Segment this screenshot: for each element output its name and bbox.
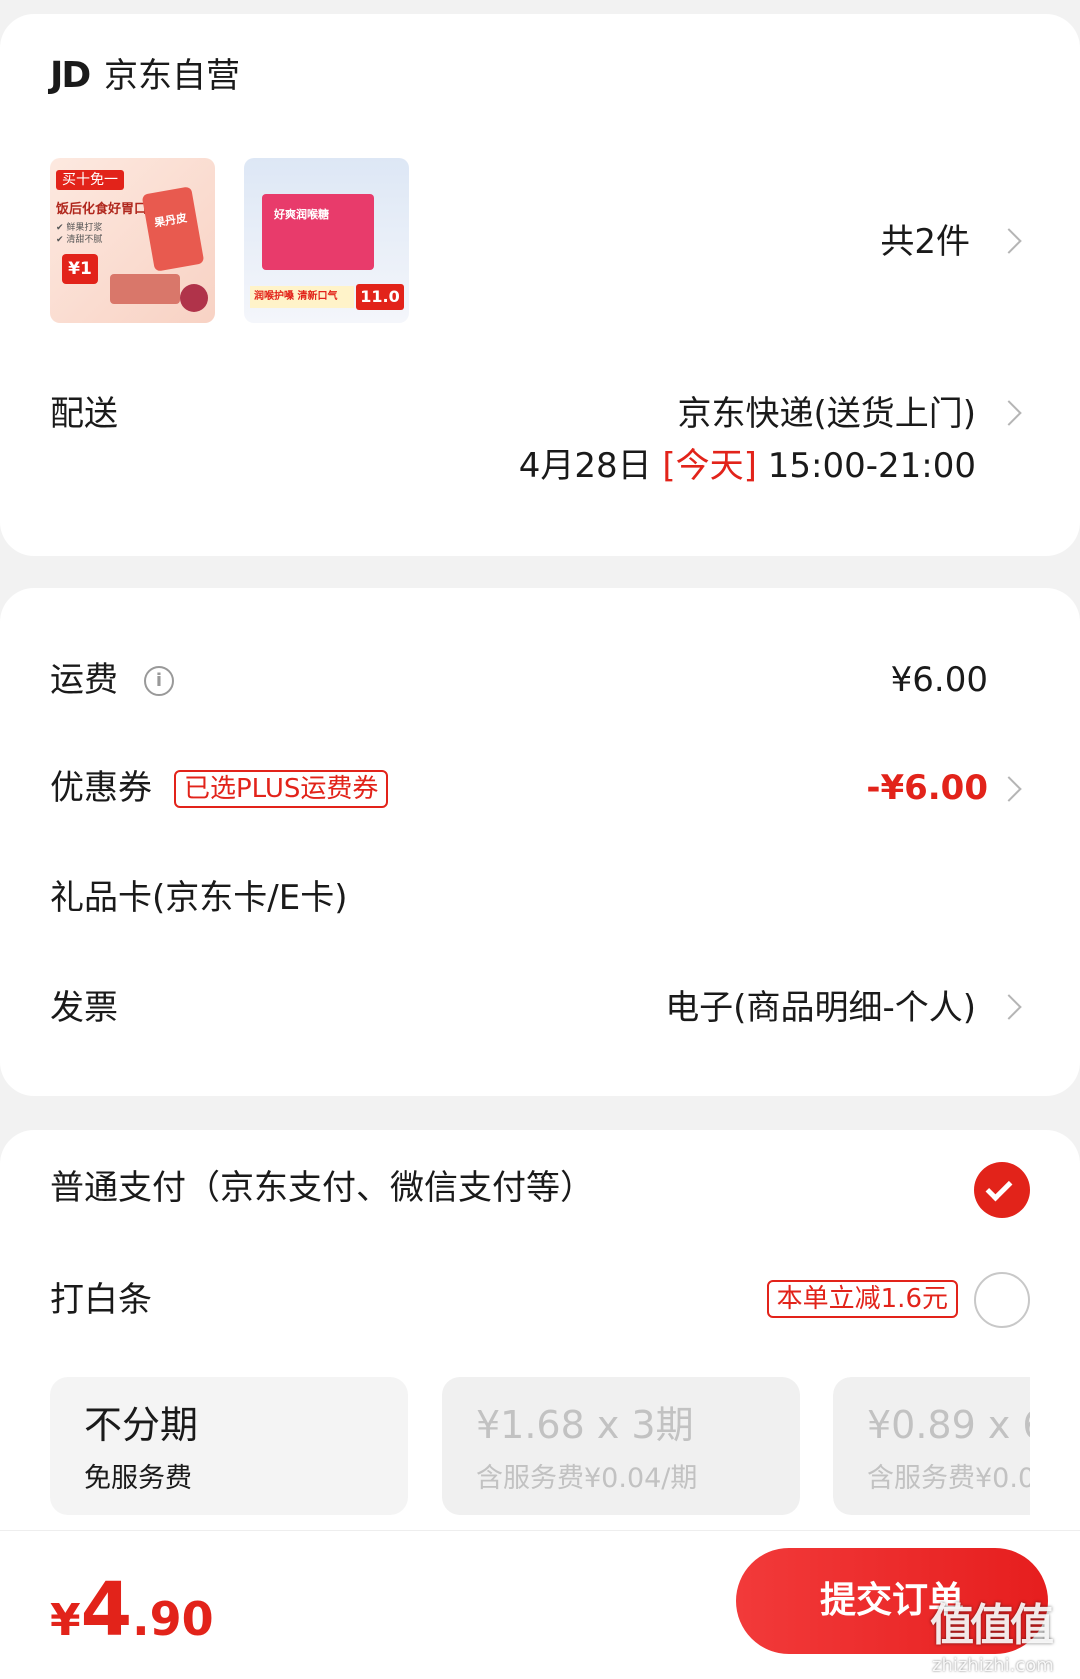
installment-sub: 免服务费 — [84, 1463, 192, 1494]
checkmark — [985, 1174, 1013, 1202]
product-bullet-2: ✔ 清甜不腻 — [56, 235, 103, 245]
chevron-right-icon[interactable] — [996, 228, 1022, 254]
invoice-value[interactable]: 电子(商品明细-个人) — [665, 988, 976, 1028]
installment-sub: 含服务费¥0.0 — [867, 1463, 1030, 1494]
delivery-time: 4月28日 [今天] 15:00-21:00 — [519, 446, 976, 486]
delivery-today: [今天] — [662, 446, 757, 486]
price-tag: ¥1 — [62, 254, 98, 284]
price-decimal: .90 — [132, 1592, 214, 1646]
radio-circle-icon[interactable] — [974, 1272, 1030, 1328]
jd-logo: JD — [50, 55, 91, 96]
delivery-method[interactable]: 京东快递(送货上门) — [677, 394, 976, 434]
bottom-bar: ¥4.90 提交订单 值值值 zhizhizhi.com — [0, 1530, 1080, 1679]
installment-option-3[interactable]: ¥1.68 x 3期 含服务费¥0.04/期 — [442, 1377, 800, 1515]
delivery-date: 4月28日 — [518, 446, 652, 486]
delivery-label: 配送 — [50, 394, 118, 434]
installment-scroll-clip: ¥0.89 x 6 含服务费¥0.0 — [833, 1377, 1030, 1515]
product-price: 11.0 — [356, 284, 404, 310]
normal-payment-label[interactable]: 普通支付（京东支付、微信支付等） — [50, 1168, 594, 1208]
product-bag — [141, 186, 205, 272]
price-integer: 4 — [80, 1567, 133, 1653]
total-price: ¥4.90 — [50, 1567, 214, 1653]
baitiao-discount-tag: 本单立减1.6元 — [766, 1280, 958, 1318]
item-count[interactable]: 共2件 — [880, 222, 970, 262]
installment-title: ¥1.68 x 3期 — [476, 1403, 694, 1447]
store-card: JD 京东自营 买十免一 饭后化食好胃口 ✔ 鲜果打浆 ✔ 清甜不腻 果丹皮 ¥… — [0, 14, 1080, 556]
product-thumbnail-1[interactable]: 买十免一 饭后化食好胃口 ✔ 鲜果打浆 ✔ 清甜不腻 果丹皮 ¥1 — [50, 158, 215, 323]
check-circle-icon[interactable] — [974, 1162, 1030, 1218]
coupon-tag: 已选PLUS运费券 — [174, 770, 389, 808]
shipping-value: ¥6.00 — [890, 660, 988, 700]
shipping-label: 运费 — [50, 660, 118, 700]
product-thumbnail-2[interactable]: 好爽润喉糖 润喉护嗓 清新口气 11.0 — [244, 158, 409, 323]
promo-badge: 买十免一 — [56, 170, 124, 190]
fees-card: 运费 i ¥6.00 优惠券 已选PLUS运费券 -¥6.00 礼品卡(京东卡/… — [0, 588, 1080, 1096]
installment-sub: 含服务费¥0.04/期 — [476, 1463, 698, 1494]
currency-symbol: ¥ — [50, 1595, 81, 1646]
coupon-value[interactable]: -¥6.00 — [866, 768, 988, 808]
product-box-title: 好爽润喉糖 — [274, 208, 329, 221]
berry-image — [180, 284, 208, 312]
invoice-label: 发票 — [50, 988, 118, 1028]
product-banner: 润喉护嗓 清新口气 — [250, 286, 354, 308]
watermark-site: zhizhizhi.com — [932, 1655, 1054, 1676]
product-headline: 饭后化食好胃口 — [56, 202, 148, 217]
giftcard-label[interactable]: 礼品卡(京东卡/E卡) — [50, 878, 347, 918]
chevron-right-icon[interactable] — [996, 994, 1022, 1020]
info-icon[interactable]: i — [144, 666, 174, 696]
installment-option-none[interactable]: 不分期 免服务费 — [50, 1377, 408, 1515]
delivery-window: 15:00-21:00 — [767, 446, 976, 486]
watermark-logo: 值值值 — [930, 1600, 1054, 1651]
coupon-label: 优惠券 — [50, 768, 152, 808]
installment-title: 不分期 — [84, 1403, 199, 1447]
fruit-image — [110, 274, 180, 304]
store-name: 京东自营 — [104, 56, 240, 96]
baitiao-label[interactable]: 打白条 — [50, 1280, 152, 1320]
installment-option-6[interactable]: ¥0.89 x 6 含服务费¥0.0 — [833, 1377, 1030, 1515]
chevron-right-icon[interactable] — [996, 776, 1022, 802]
installment-title: ¥0.89 x 6 — [867, 1403, 1030, 1447]
chevron-right-icon[interactable] — [996, 400, 1022, 426]
